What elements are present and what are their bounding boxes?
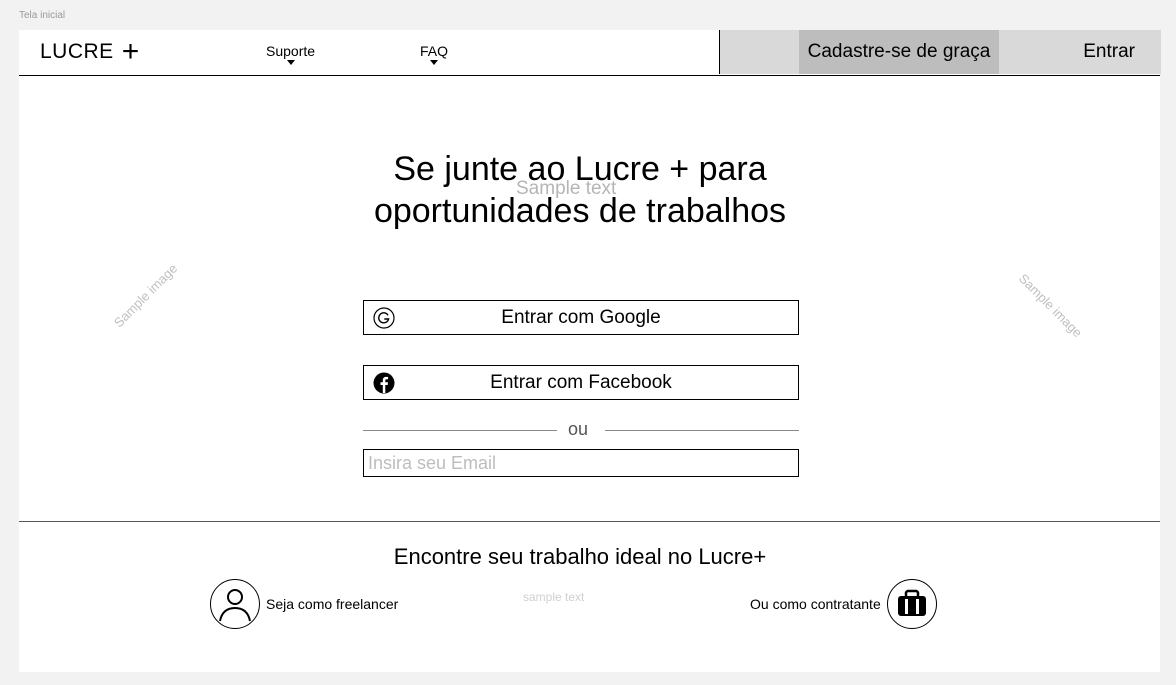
contratante-label: Ou como contratante (750, 596, 881, 612)
google-icon (373, 307, 395, 329)
nav-faq[interactable]: FAQ (420, 43, 448, 65)
nav-faq-label: FAQ (420, 43, 449, 59)
chevron-down-icon (286, 60, 295, 65)
facebook-icon (373, 372, 395, 394)
email-input[interactable] (363, 449, 799, 477)
or-divider: ou (363, 419, 799, 441)
contratante-option[interactable]: Ou como contratante (750, 579, 937, 629)
sample-image-left: Sample image (110, 260, 181, 331)
logo-plus: + (121, 35, 140, 68)
person-icon (210, 579, 260, 629)
section-divider (19, 521, 1160, 522)
footer-title: Encontre seu trabalho ideal no Lucre+ (393, 544, 767, 569)
facebook-login-label: Entrar com Facebook (490, 371, 672, 393)
freelancer-label: Seja como freelancer (266, 596, 399, 612)
hero-sample-text: Sample text (516, 178, 617, 199)
nav-suporte-label: Suporte (266, 43, 316, 59)
nav-auth-area: Cadastre-se de graça Entrar (719, 30, 1161, 74)
logo-text: LUCRE (40, 40, 114, 63)
google-login-label: Entrar com Google (501, 306, 661, 328)
signup-button[interactable]: Cadastre-se de graça (799, 30, 999, 74)
login-button[interactable]: Entrar (1083, 30, 1135, 74)
nav-suporte[interactable]: Suporte (266, 43, 315, 65)
divider-line-left (363, 430, 557, 431)
freelancer-option[interactable]: Seja como freelancer (210, 579, 398, 629)
briefcase-icon (886, 579, 937, 629)
chevron-down-icon (430, 60, 438, 65)
facebook-login-button[interactable]: Entrar com Facebook (363, 365, 799, 400)
google-login-button[interactable]: Entrar com Google (363, 300, 799, 335)
frame-label: Tela inicial (19, 10, 66, 21)
logo[interactable]: LUCRE + (40, 35, 140, 68)
home-screen: LUCRE + Suporte FAQ Cadastre-se de graça… (19, 30, 1161, 672)
top-nav: LUCRE + Suporte FAQ Cadastre-se de graça… (19, 30, 1161, 76)
divider-line-right (605, 430, 799, 431)
sample-image-right: Sample image (1015, 270, 1086, 341)
divider-text: ou (568, 419, 589, 439)
footer-sample-text: sample text (523, 590, 585, 604)
